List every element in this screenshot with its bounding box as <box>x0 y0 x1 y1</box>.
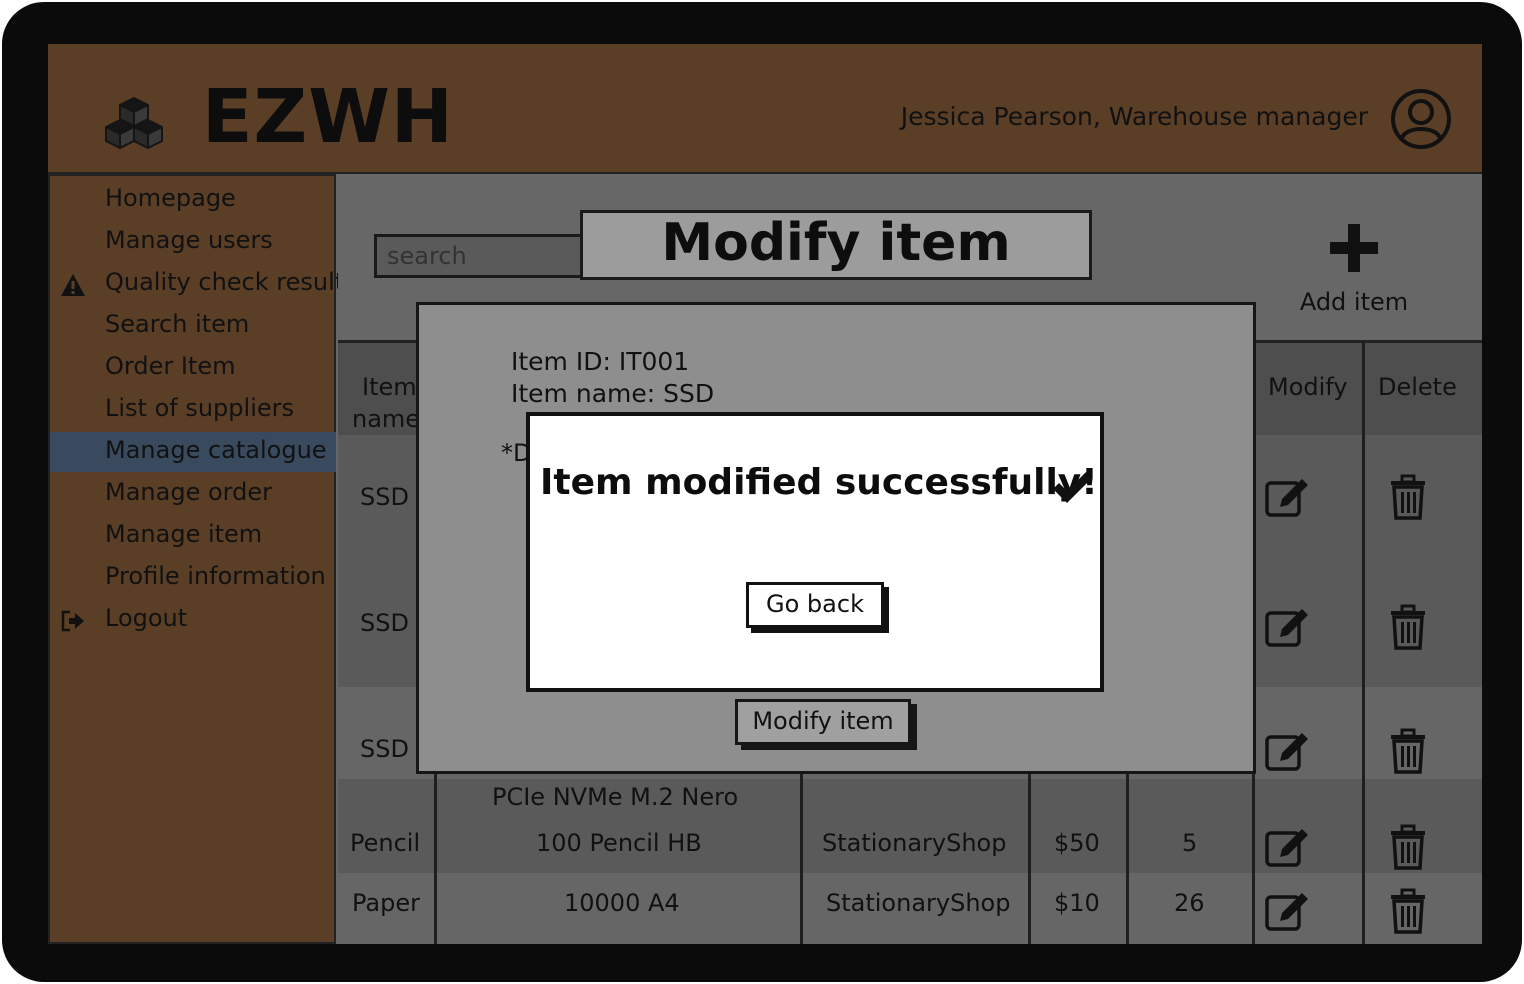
sidebar-item-label: List of suppliers <box>105 394 294 422</box>
sidebar-item-label: Homepage <box>105 184 236 212</box>
success-dialog: Item modified successfully! Go back <box>526 412 1104 692</box>
trash-icon[interactable] <box>1384 603 1432 651</box>
table-cell-quantity: 26 <box>1174 889 1205 917</box>
sidebar-item-label: Logout <box>105 604 188 632</box>
add-item-label: Add item <box>1299 288 1409 316</box>
sidebar-item-label: Order Item <box>105 352 236 380</box>
item-id-label: Item ID: IT001 <box>511 347 690 376</box>
table-cell-quantity: 5 <box>1182 829 1198 857</box>
logout-icon <box>61 610 84 632</box>
table-cell-name: SSD <box>360 609 409 637</box>
sidebar-item-manage-order[interactable]: Manage order <box>50 474 336 514</box>
edit-icon[interactable] <box>1264 727 1312 775</box>
trash-icon[interactable] <box>1384 823 1432 871</box>
sidebar-item-label: Manage users <box>105 226 273 254</box>
search-input[interactable]: search <box>374 234 594 278</box>
top-bar: EZWH Jessica Pearson, Warehouse manager <box>48 44 1482 174</box>
table-cell-price: $10 <box>1054 889 1100 917</box>
table-cell-name: Paper <box>352 889 420 917</box>
table-cell-name: SSD <box>360 483 409 511</box>
edit-icon[interactable] <box>1264 603 1312 651</box>
edit-icon[interactable] <box>1264 887 1312 935</box>
warning-icon <box>61 274 85 296</box>
device-frame: EZWH Jessica Pearson, Warehouse manager … <box>2 2 1522 982</box>
sidebar-item-label: Quality check results <box>105 268 357 296</box>
sidebar-item-profile-information[interactable]: Profile information <box>50 558 336 598</box>
table-cell-name: SSD <box>360 735 409 763</box>
table-cell-description: 10000 A4 <box>564 889 680 917</box>
user-name: Jessica Pearson, Warehouse manager <box>900 102 1368 131</box>
header-modify: Modify <box>1268 373 1348 401</box>
column-divider <box>1362 343 1365 944</box>
plus-icon <box>1330 224 1378 272</box>
table-cell-description: 100 Pencil HB <box>536 829 702 857</box>
header-item-name-2: name <box>352 405 421 433</box>
table-cell-name: Pencil <box>350 829 421 857</box>
trash-icon[interactable] <box>1384 727 1432 775</box>
sidebar-item-manage-catalogue[interactable]: Manage catalogue <box>50 432 336 472</box>
sidebar-item-search-item[interactable]: Search item <box>50 306 336 346</box>
table-cell-description: PCIe NVMe M.2 Nero <box>492 783 739 811</box>
go-back-button[interactable]: Go back <box>746 582 884 628</box>
sidebar-item-quality-check-results[interactable]: Quality check results <box>50 264 357 304</box>
table-cell-price: $50 <box>1054 829 1100 857</box>
sidebar-item-manage-users[interactable]: Manage users <box>50 222 336 262</box>
sidebar-item-label: Search item <box>105 310 250 338</box>
sidebar: Homepage Manage users Quality check resu… <box>48 174 357 944</box>
table-cell-supplier: StationaryShop <box>826 889 1011 917</box>
checkmark-icon <box>1053 472 1092 503</box>
page-title: Modify item <box>580 210 1092 280</box>
item-name-label: Item name: SSD <box>511 379 715 408</box>
cubes-icon <box>105 97 163 149</box>
sidebar-item-manage-item[interactable]: Manage item <box>50 516 336 556</box>
sidebar-item-label: Manage item <box>105 520 263 548</box>
sidebar-item-logout[interactable]: Logout <box>50 600 336 640</box>
header-delete: Delete <box>1378 373 1457 401</box>
app-screen: EZWH Jessica Pearson, Warehouse manager … <box>48 44 1482 944</box>
edit-icon[interactable] <box>1264 823 1312 871</box>
modify-item-button[interactable]: Modify item <box>735 699 911 745</box>
sidebar-item-order-item[interactable]: Order Item <box>50 348 336 388</box>
table-cell-supplier: StationaryShop <box>822 829 1007 857</box>
app-title: EZWH <box>202 74 454 160</box>
add-item-button[interactable]: Add item <box>1294 222 1414 318</box>
sidebar-item-label: Manage order <box>105 478 272 506</box>
sidebar-item-list-of-suppliers[interactable]: List of suppliers <box>50 390 336 430</box>
user-circle-icon[interactable] <box>1390 88 1452 150</box>
sidebar-item-label: Manage catalogue <box>105 436 327 464</box>
edit-icon[interactable] <box>1264 473 1312 521</box>
success-message: Item modified successfully! <box>540 462 1098 503</box>
sidebar-item-label: Profile information <box>105 562 326 590</box>
header-item-name-1: Item <box>362 373 417 401</box>
sidebar-item-homepage[interactable]: Homepage <box>50 180 336 220</box>
trash-icon[interactable] <box>1384 887 1432 935</box>
trash-icon[interactable] <box>1384 473 1432 521</box>
